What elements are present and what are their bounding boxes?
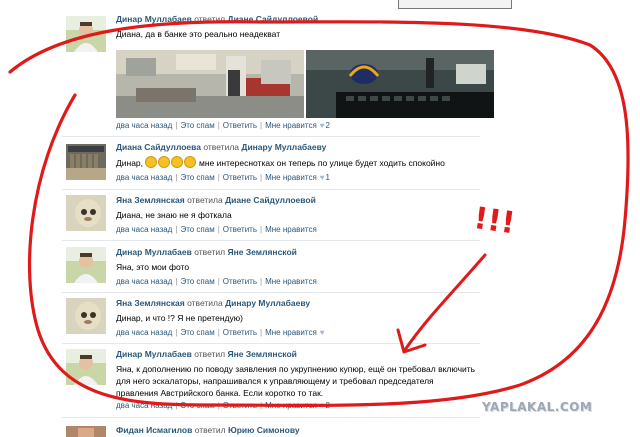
comment-time-link[interactable]: два часа назад [116,401,172,410]
reply-target-link[interactable]: Динару Муллабаеву [241,142,326,152]
comment: Диана Сайдуллоева ответила Динару Муллаб… [62,142,482,184]
divider [62,136,480,137]
comment-time-link[interactable]: два часа назад [116,225,172,234]
reply-target-link[interactable]: Диане Сайдуллоевой [225,195,316,205]
spam-link[interactable]: Это спам [180,121,214,130]
reply-verb: ответила [203,142,240,152]
comment-text: Яна, это мои фото [116,262,190,272]
comment-author-link[interactable]: Яна Землянская [116,298,185,308]
comment-feed: Динар Муллабаев ответил Диане Сайдуллоев… [62,0,494,437]
reply-target-link[interactable]: Динару Муллабаеву [225,298,310,308]
comment-author-link[interactable]: Фидан Исмагилов [116,425,192,435]
divider [62,292,480,293]
comment-text: Диана, да в банке это реально неадекват [116,29,281,39]
avatar[interactable] [66,247,106,283]
comment-text: Диана, не знаю не я фоткала [116,210,232,220]
avatar[interactable] [66,426,106,437]
comment-text: Динар, мне интереснотках он теперь по ули… [116,156,445,170]
reply-link[interactable]: Ответить [223,277,257,286]
comment-meta: два часа назад | Это спам | Ответить | Мне нра… [116,225,317,234]
reply-verb: ответил [194,247,226,257]
comment-meta: два часа назад | Это спам | Ответить | Мне нра… [116,121,330,130]
like-link[interactable]: Мне нравится [265,121,317,130]
comment-time-link[interactable]: два часа назад [116,277,172,286]
reply-target-link[interactable]: Яне Землянской [228,349,297,359]
spam-link[interactable]: Это спам [180,328,214,337]
like-count: 2 [325,121,330,130]
like-count: 2 [325,401,330,410]
photo-attachment[interactable] [306,50,494,118]
comment-time-link[interactable]: два часа назад [116,121,172,130]
divider [62,189,480,190]
comment: Динар Муллабаев ответил Яне Землянской Я… [62,349,482,411]
spam-link[interactable]: Это спам [180,225,214,234]
reply-link[interactable]: Ответить [223,173,257,182]
comment: Динар Муллабаев ответил Яне Землянской Я… [62,247,482,289]
divider [62,417,480,418]
reply-verb: ответил [194,14,226,24]
reply-target-link[interactable]: Яне Землянской [228,247,297,257]
like-count: 1 [325,173,330,182]
comment-meta: два часа назад | Это спам | Ответить | Мне нра… [116,328,326,337]
laughing-emoji-icon [184,156,197,168]
heart-icon[interactable]: ♥ [317,401,326,410]
comment-meta: два часа назад | Это спам | Ответить | Мне нра… [116,401,330,410]
avatar[interactable] [66,298,106,334]
like-link[interactable]: Мне нравится [265,225,317,234]
divider [62,343,480,344]
reply-target-link[interactable]: Юрию Симонову [228,425,300,435]
reply-verb: ответил [194,349,226,359]
spam-link[interactable]: Это спам [180,401,214,410]
comment: Яна Землянская ответила Диане Сайдуллоев… [62,195,482,237]
photo-attachment[interactable] [116,50,304,118]
avatar[interactable] [66,16,106,52]
comment-author-link[interactable]: Динар Муллабаев [116,14,192,24]
heart-icon[interactable]: ♥ [317,328,326,337]
photo-attachments [116,50,494,118]
comment-time-link[interactable]: два часа назад [116,173,172,182]
like-link[interactable]: Мне нравится [265,401,317,410]
heart-icon[interactable]: ♥ [317,121,326,130]
comment-author-link[interactable]: Яна Землянская [116,195,185,205]
reply-link[interactable]: Ответить [223,121,257,130]
comment: Динар Муллабаев ответил Диане Сайдуллоев… [62,14,494,130]
reply-verb: ответила [187,195,223,205]
avatar[interactable] [66,349,106,385]
comment-time-link[interactable]: два часа назад [116,328,172,337]
reply-verb: ответил [194,425,226,435]
laughing-emoji-icon [158,156,171,168]
laughing-emoji-icon [171,156,184,168]
heart-icon[interactable]: ♥ [317,173,326,182]
reply-link[interactable]: Ответить [223,328,257,337]
reply-verb: ответила [187,298,223,308]
window-edge [398,0,512,9]
comment-meta: два часа назад | Это спам | Ответить | Мне нра… [116,277,317,286]
comment-author-link[interactable]: Динар Муллабаев [116,349,192,359]
laughing-emoji-icon [145,156,158,168]
divider [62,240,480,241]
comment: Фидан Исмагилов ответил Юрию Симонову [62,423,482,437]
reply-link[interactable]: Ответить [223,225,257,234]
spam-link[interactable]: Это спам [180,277,214,286]
comment-author-link[interactable]: Диана Сайдуллоева [116,142,201,152]
comment-meta: два часа назад | Это спам | Ответить | Мне нра… [116,173,330,182]
site-watermark: YAPLAKAL.COM [482,400,593,414]
comment-text-line: для него эскалаторы, напрашивался к упра… [116,376,434,386]
spam-link[interactable]: Это спам [180,173,214,182]
laughing-emoji-icons [145,156,197,170]
comment-text-line: правления Австрийского банка. Если корот… [116,388,324,398]
like-link[interactable]: Мне нравится [265,277,317,286]
like-link[interactable]: Мне нравится [265,328,317,337]
comment-author-link[interactable]: Динар Муллабаев [116,247,192,257]
comment-text: Динар, и что !? Я не претендую) [116,313,243,323]
reply-target-link[interactable]: Диане Сайдуллоевой [228,14,319,24]
avatar[interactable] [66,195,106,231]
avatar[interactable] [66,144,106,180]
comment-text-line: Яна, к дополнению по поводу заявления по… [116,364,476,374]
comment: Яна Землянская ответила Динару Муллабаев… [62,298,482,340]
reply-link[interactable]: Ответить [223,401,257,410]
comment-text: Яна, к дополнению по поводу заявления по… [116,363,480,399]
like-link[interactable]: Мне нравится [265,173,317,182]
